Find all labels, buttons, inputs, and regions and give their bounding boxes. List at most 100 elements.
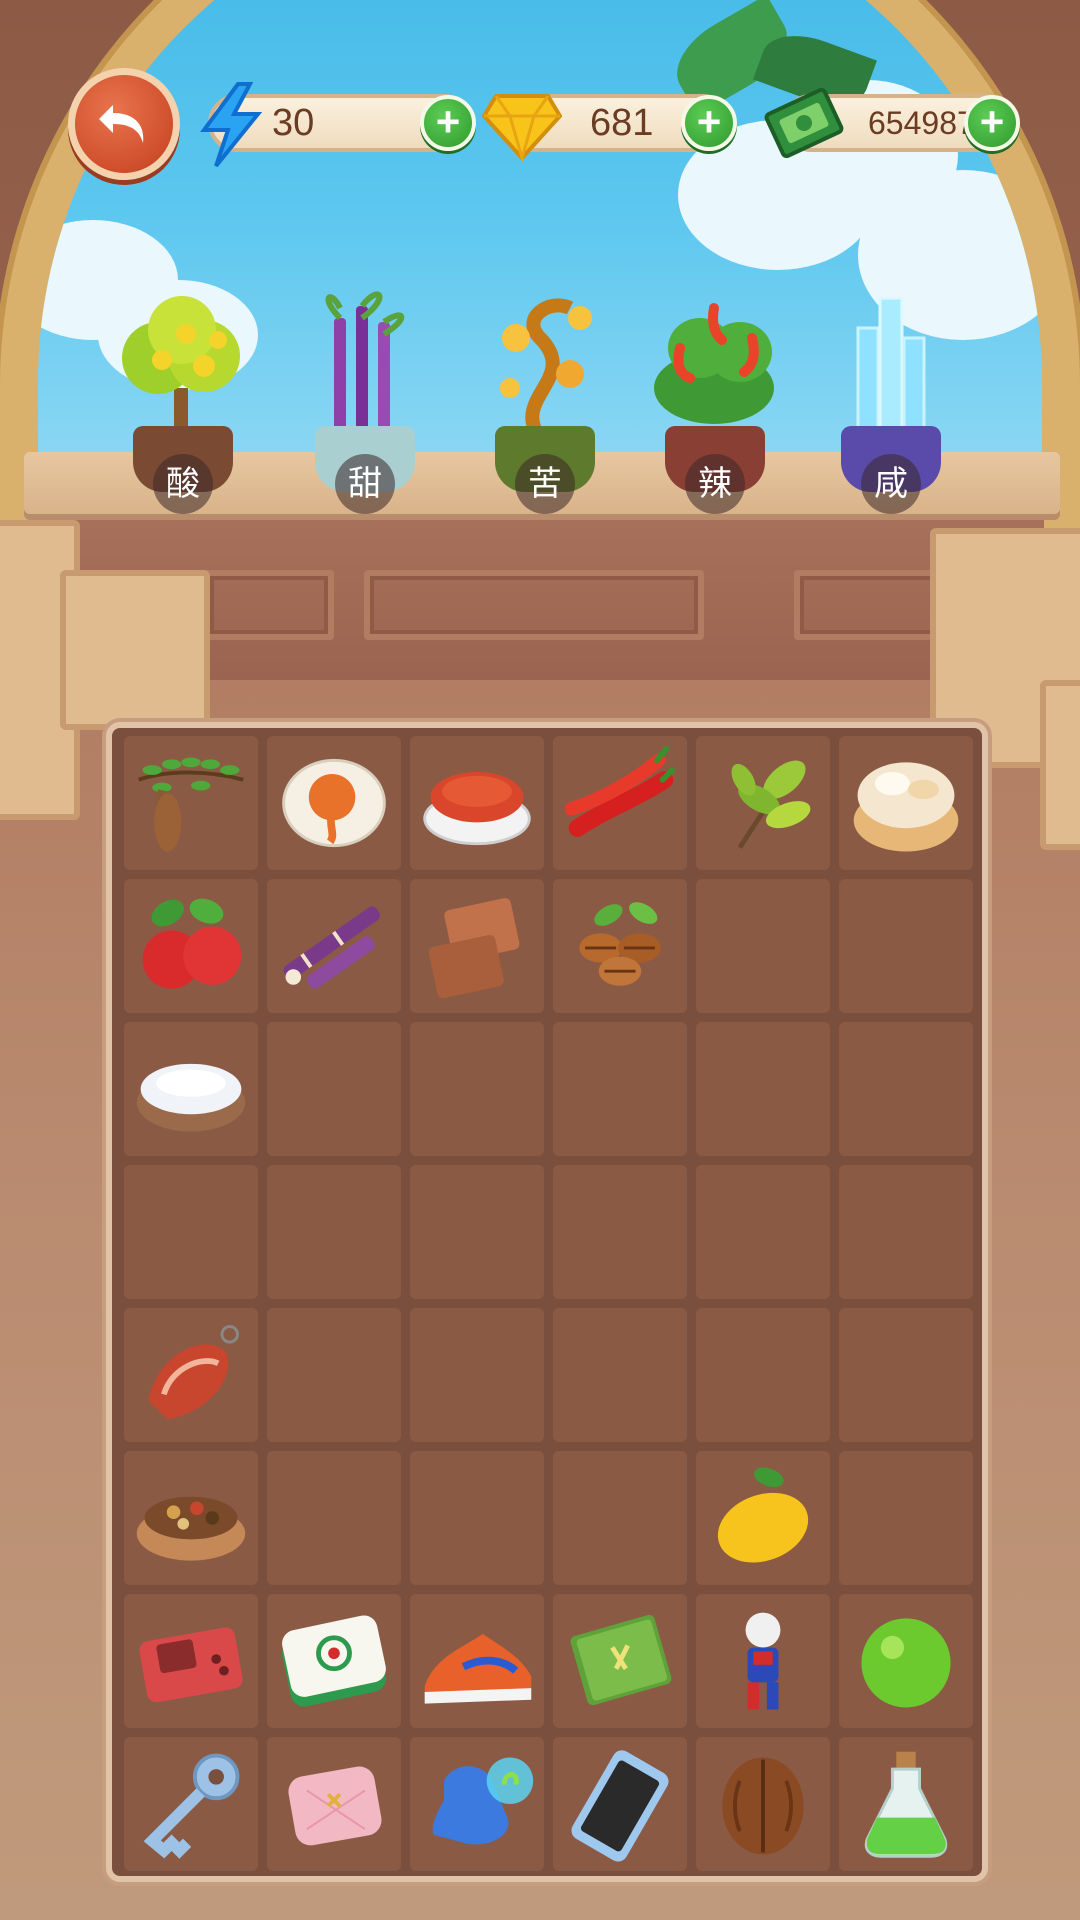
empty-slot <box>410 1022 544 1156</box>
hawthorn-icon <box>142 898 242 989</box>
inventory-slot[interactable] <box>124 1451 258 1585</box>
add-energy-button[interactable]: + <box>420 95 476 151</box>
flavor-plant[interactable]: 咸 <box>816 278 966 514</box>
crate <box>60 570 210 730</box>
key-icon <box>143 1753 240 1859</box>
salted-egg-icon <box>282 758 386 848</box>
mixed-spices-icon <box>136 1496 246 1561</box>
empty-slot <box>839 1022 973 1156</box>
salt-crystal-icon <box>856 296 926 430</box>
inventory-slot[interactable] <box>124 1737 258 1871</box>
lime-icon <box>861 1618 951 1708</box>
inventory-slot[interactable] <box>553 1737 687 1871</box>
empty-slot <box>553 1165 687 1299</box>
flavor-plant[interactable]: 辣 <box>640 278 790 514</box>
inventory-slot[interactable] <box>696 1737 830 1871</box>
empty-slot <box>696 1165 830 1299</box>
inventory-slot[interactable] <box>124 1308 258 1442</box>
inventory-slot[interactable] <box>267 736 401 870</box>
flavor-label: 酸 <box>153 454 213 514</box>
inventory-slot[interactable] <box>124 1594 258 1728</box>
inventory-slot[interactable] <box>124 1022 258 1156</box>
inventory-slot[interactable] <box>267 1737 401 1871</box>
inventory-slot[interactable] <box>267 879 401 1013</box>
inventory-slot[interactable] <box>696 1451 830 1585</box>
empty-slot <box>267 1165 401 1299</box>
inventory-slot[interactable] <box>124 879 258 1013</box>
lemon-tree-icon <box>122 296 240 438</box>
inventory-slot[interactable] <box>267 1594 401 1728</box>
flavor-plant[interactable]: 酸 <box>108 278 258 514</box>
sugarcane-icon <box>283 906 380 989</box>
empty-slot <box>553 1451 687 1585</box>
sugarcane-plant-icon <box>325 291 405 438</box>
walnut-icon <box>722 1757 804 1855</box>
empty-slot <box>696 1022 830 1156</box>
flavor-label: 咸 <box>861 454 921 514</box>
green-potion-icon <box>864 1751 948 1858</box>
inventory-slot[interactable] <box>410 1594 544 1728</box>
golden-vine-icon <box>500 298 592 443</box>
inventory-slot[interactable] <box>696 736 830 870</box>
inventory-slot[interactable] <box>410 879 544 1013</box>
inventory-slot[interactable] <box>124 736 258 870</box>
inventory-slot[interactable] <box>553 1594 687 1728</box>
empty-slot <box>124 1165 258 1299</box>
empty-slot <box>267 1308 401 1442</box>
mahjong-tile-icon <box>282 1615 386 1707</box>
sneaker-icon <box>424 1633 532 1704</box>
coffee-beans-icon <box>579 902 661 986</box>
inventory-slot[interactable] <box>553 879 687 1013</box>
inventory-slot[interactable] <box>839 1594 973 1728</box>
empty-slot <box>267 1022 401 1156</box>
flavor-plant[interactable]: 苦 <box>470 278 620 514</box>
flavor-label: 苦 <box>515 454 575 514</box>
empty-slot <box>553 1022 687 1156</box>
red-chili-icon <box>564 745 676 837</box>
flavor-plant[interactable]: 甜 <box>290 278 440 514</box>
back-button[interactable] <box>68 68 180 180</box>
inventory-slot[interactable] <box>410 1737 544 1871</box>
empty-slot <box>839 879 973 1013</box>
flavor-label: 辣 <box>685 454 745 514</box>
cash-value: 654987 <box>868 105 975 141</box>
cash-icon <box>764 87 844 159</box>
add-cash-button[interactable]: + <box>964 95 1020 151</box>
pink-purse-icon <box>288 1766 382 1846</box>
game-scene: 30 + 681 + 654987 + 酸 甜 苦 辣 咸 <box>0 0 1080 1920</box>
empty-slot <box>410 1165 544 1299</box>
tamarind-icon <box>138 757 244 852</box>
tea-leaves-icon <box>731 760 811 849</box>
lemon-icon <box>717 1467 809 1563</box>
empty-slot <box>839 1308 973 1442</box>
smartphone-icon <box>571 1750 669 1862</box>
inventory-slot[interactable] <box>696 1594 830 1728</box>
empty-slot <box>696 1308 830 1442</box>
hero-figure-icon <box>745 1612 781 1710</box>
empty-slot <box>410 1451 544 1585</box>
back-arrow-icon <box>99 105 144 143</box>
blue-glove-icon <box>432 1757 534 1845</box>
add-gems-button[interactable]: + <box>681 95 737 151</box>
inventory-slot[interactable] <box>839 1737 973 1871</box>
inventory-slot[interactable] <box>553 736 687 870</box>
gem-icon <box>482 94 562 162</box>
cream-puff-icon <box>853 762 959 852</box>
chili-plant-icon <box>654 303 774 424</box>
inventory-slot[interactable] <box>410 736 544 870</box>
flavor-label: 甜 <box>335 454 395 514</box>
empty-slot <box>553 1308 687 1442</box>
notebook-icon <box>570 1614 672 1706</box>
lightning-icon <box>200 82 263 168</box>
empty-slot <box>839 1451 973 1585</box>
inventory-slot[interactable] <box>839 736 973 870</box>
energy-value: 30 <box>272 102 315 144</box>
crate <box>1040 680 1080 850</box>
sea-salt-icon <box>136 1063 246 1132</box>
gem-value: 681 <box>590 102 654 144</box>
empty-slot <box>839 1165 973 1299</box>
game-console-icon <box>139 1627 243 1703</box>
empty-slot <box>410 1308 544 1442</box>
chili-powder-icon <box>423 772 531 846</box>
ham-icon <box>148 1325 239 1420</box>
